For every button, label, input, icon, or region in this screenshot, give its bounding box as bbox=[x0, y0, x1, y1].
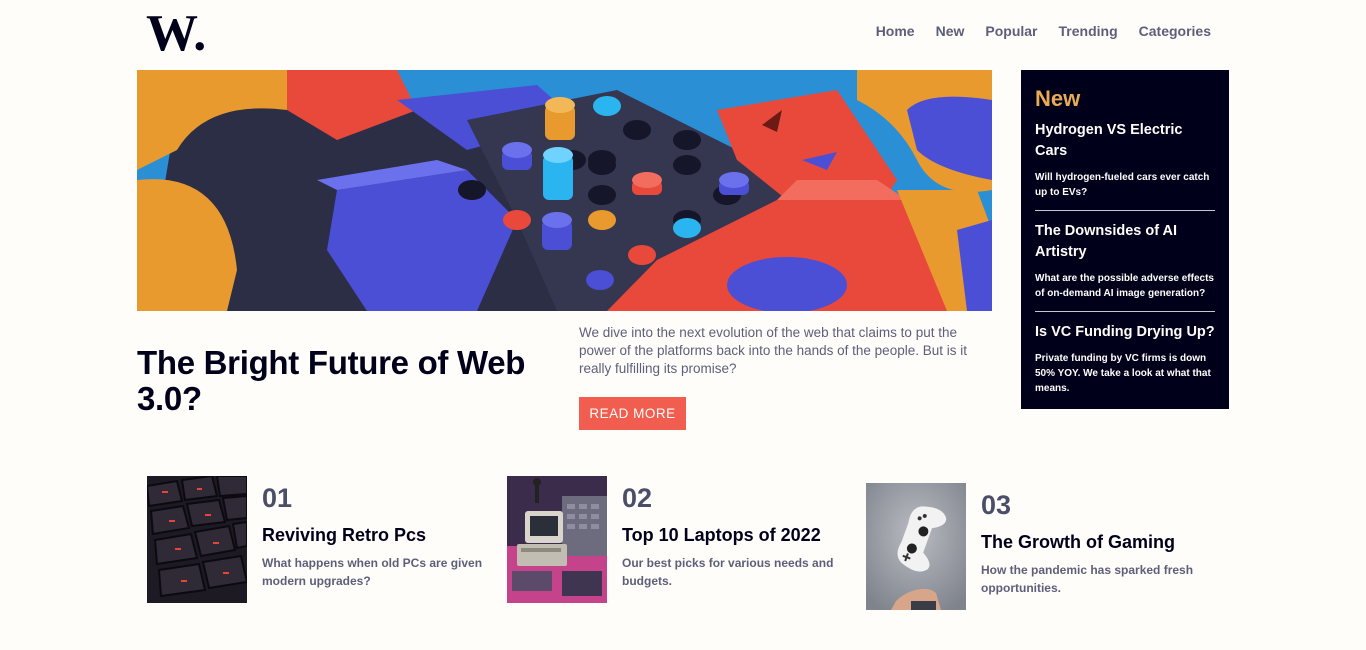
new-item[interactable]: Hydrogen VS Electric Cars Will hydrogen-… bbox=[1035, 120, 1215, 210]
nav-categories[interactable]: Categories bbox=[1139, 23, 1211, 39]
new-item-title[interactable]: The Downsides of AI Artistry bbox=[1035, 221, 1215, 263]
card-title[interactable]: The Growth of Gaming bbox=[981, 531, 1211, 553]
nav-new[interactable]: New bbox=[936, 23, 965, 39]
card-title[interactable]: Top 10 Laptops of 2022 bbox=[622, 524, 852, 546]
card-number: 03 bbox=[981, 490, 1012, 520]
laptops-image bbox=[507, 476, 607, 603]
new-item[interactable]: Is VC Funding Drying Up? Private funding… bbox=[1035, 311, 1215, 406]
hero-title: The Bright Future of Web 3.0? bbox=[137, 344, 526, 417]
main-nav: Home New Popular Trending Categories bbox=[876, 23, 1211, 39]
retro-pcs-image bbox=[147, 476, 247, 603]
new-item-title[interactable]: Hydrogen VS Electric Cars bbox=[1035, 120, 1215, 162]
nav-trending[interactable]: Trending bbox=[1059, 23, 1118, 39]
nav-home[interactable]: Home bbox=[876, 23, 915, 39]
new-panel: New Hydrogen VS Electric Cars Will hydro… bbox=[1021, 70, 1229, 409]
gaming-image bbox=[866, 483, 966, 610]
new-item[interactable]: The Downsides of AI Artistry What are th… bbox=[1035, 210, 1215, 311]
logo-text: W. bbox=[146, 8, 206, 58]
article-card-2[interactable]: 02 Top 10 Laptops of 2022 Our best picks… bbox=[507, 476, 852, 603]
card-description: How the pandemic has sparked fresh oppor… bbox=[981, 563, 1194, 595]
article-card-3[interactable]: 03 The Growth of Gaming How the pandemic… bbox=[866, 483, 1211, 610]
new-item-title[interactable]: Is VC Funding Drying Up? bbox=[1035, 322, 1215, 343]
read-more-button[interactable]: READ MORE bbox=[579, 397, 686, 430]
card-number: 01 bbox=[262, 483, 293, 513]
new-panel-heading: New bbox=[1035, 86, 1081, 111]
new-item-summary: Private funding by VC firms is down 50% … bbox=[1035, 353, 1211, 394]
hero-description: We dive into the next evolution of the w… bbox=[579, 325, 967, 376]
nav-popular[interactable]: Popular bbox=[985, 23, 1037, 39]
article-card-1[interactable]: 01 Reviving Retro Pcs What happens when … bbox=[147, 476, 492, 603]
card-description: Our best picks for various needs and bud… bbox=[622, 556, 834, 588]
card-title[interactable]: Reviving Retro Pcs bbox=[262, 524, 492, 546]
card-description: What happens when old PCs are given mode… bbox=[262, 556, 483, 588]
brand-logo[interactable]: W. bbox=[146, 8, 216, 58]
card-number: 02 bbox=[622, 483, 653, 513]
hero-image bbox=[137, 70, 992, 311]
new-item-summary: What are the possible adverse effects of… bbox=[1035, 273, 1214, 299]
new-item-summary: Will hydrogen-fueled cars ever catch up … bbox=[1035, 172, 1210, 198]
